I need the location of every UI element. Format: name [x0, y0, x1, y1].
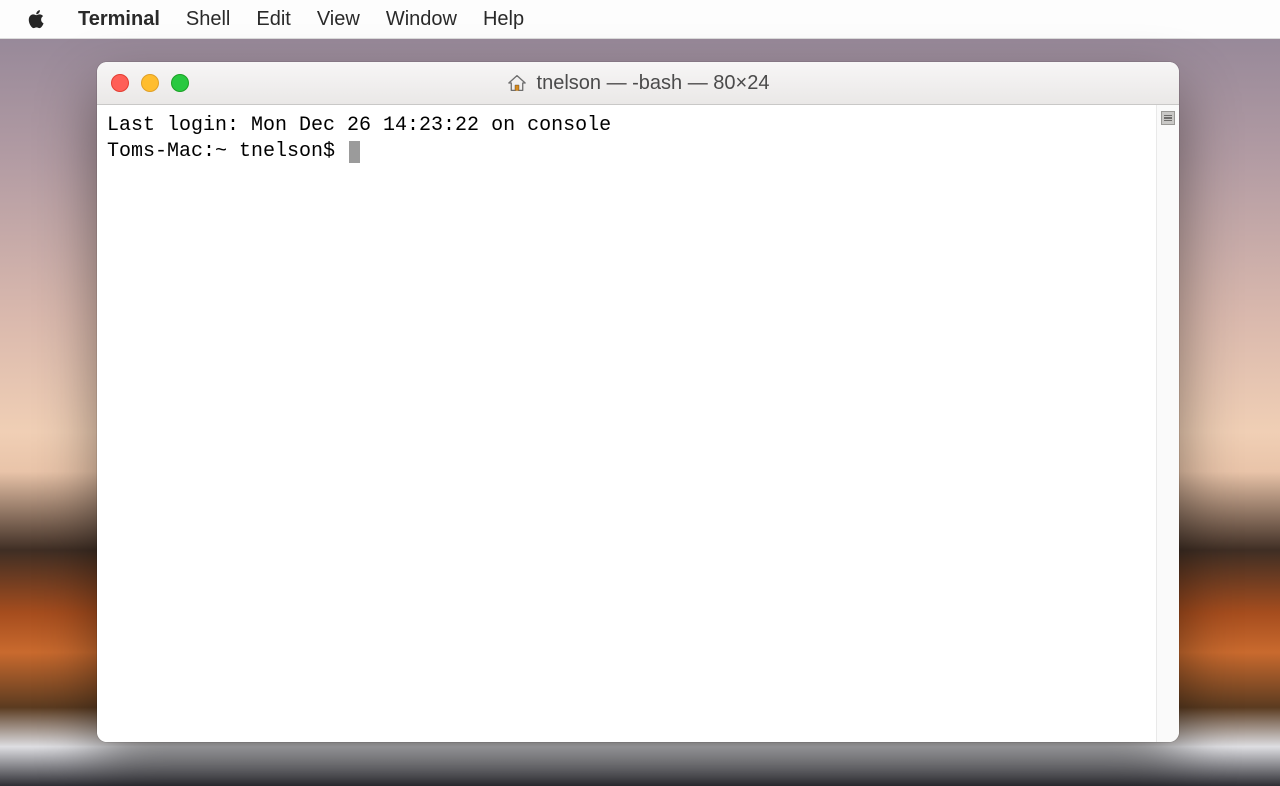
terminal-window: tnelson — -bash — 80×24 Last login: Mon …: [97, 62, 1179, 742]
app-name[interactable]: Terminal: [78, 8, 160, 31]
text-cursor: [349, 141, 360, 163]
scrollbar[interactable]: [1156, 105, 1179, 742]
home-icon: [507, 74, 527, 92]
menu-help[interactable]: Help: [483, 8, 524, 31]
menu-shell[interactable]: Shell: [186, 8, 230, 31]
apple-logo-icon: [26, 8, 46, 30]
zoom-button[interactable]: [171, 74, 189, 92]
shell-prompt: Toms-Mac:~ tnelson$: [107, 139, 347, 165]
menu-view[interactable]: View: [317, 8, 360, 31]
window-titlebar[interactable]: tnelson — -bash — 80×24: [97, 62, 1179, 105]
window-title-text: tnelson — -bash — 80×24: [537, 72, 770, 95]
traffic-lights: [111, 62, 189, 104]
terminal-output[interactable]: Last login: Mon Dec 26 14:23:22 on conso…: [97, 105, 1156, 742]
window-title: tnelson — -bash — 80×24: [507, 72, 770, 95]
desktop: Terminal Shell Edit View Window Help tne…: [0, 0, 1280, 786]
window-content: Last login: Mon Dec 26 14:23:22 on conso…: [97, 105, 1179, 742]
shell-prompt-line: Toms-Mac:~ tnelson$: [107, 139, 1146, 165]
menu-window[interactable]: Window: [386, 8, 457, 31]
menu-edit[interactable]: Edit: [256, 8, 290, 31]
last-login-line: Last login: Mon Dec 26 14:23:22 on conso…: [107, 114, 611, 137]
menu-bar: Terminal Shell Edit View Window Help: [0, 0, 1280, 39]
close-button[interactable]: [111, 74, 129, 92]
scroll-indicator-icon: [1161, 111, 1175, 125]
apple-menu[interactable]: [26, 8, 46, 30]
minimize-button[interactable]: [141, 74, 159, 92]
